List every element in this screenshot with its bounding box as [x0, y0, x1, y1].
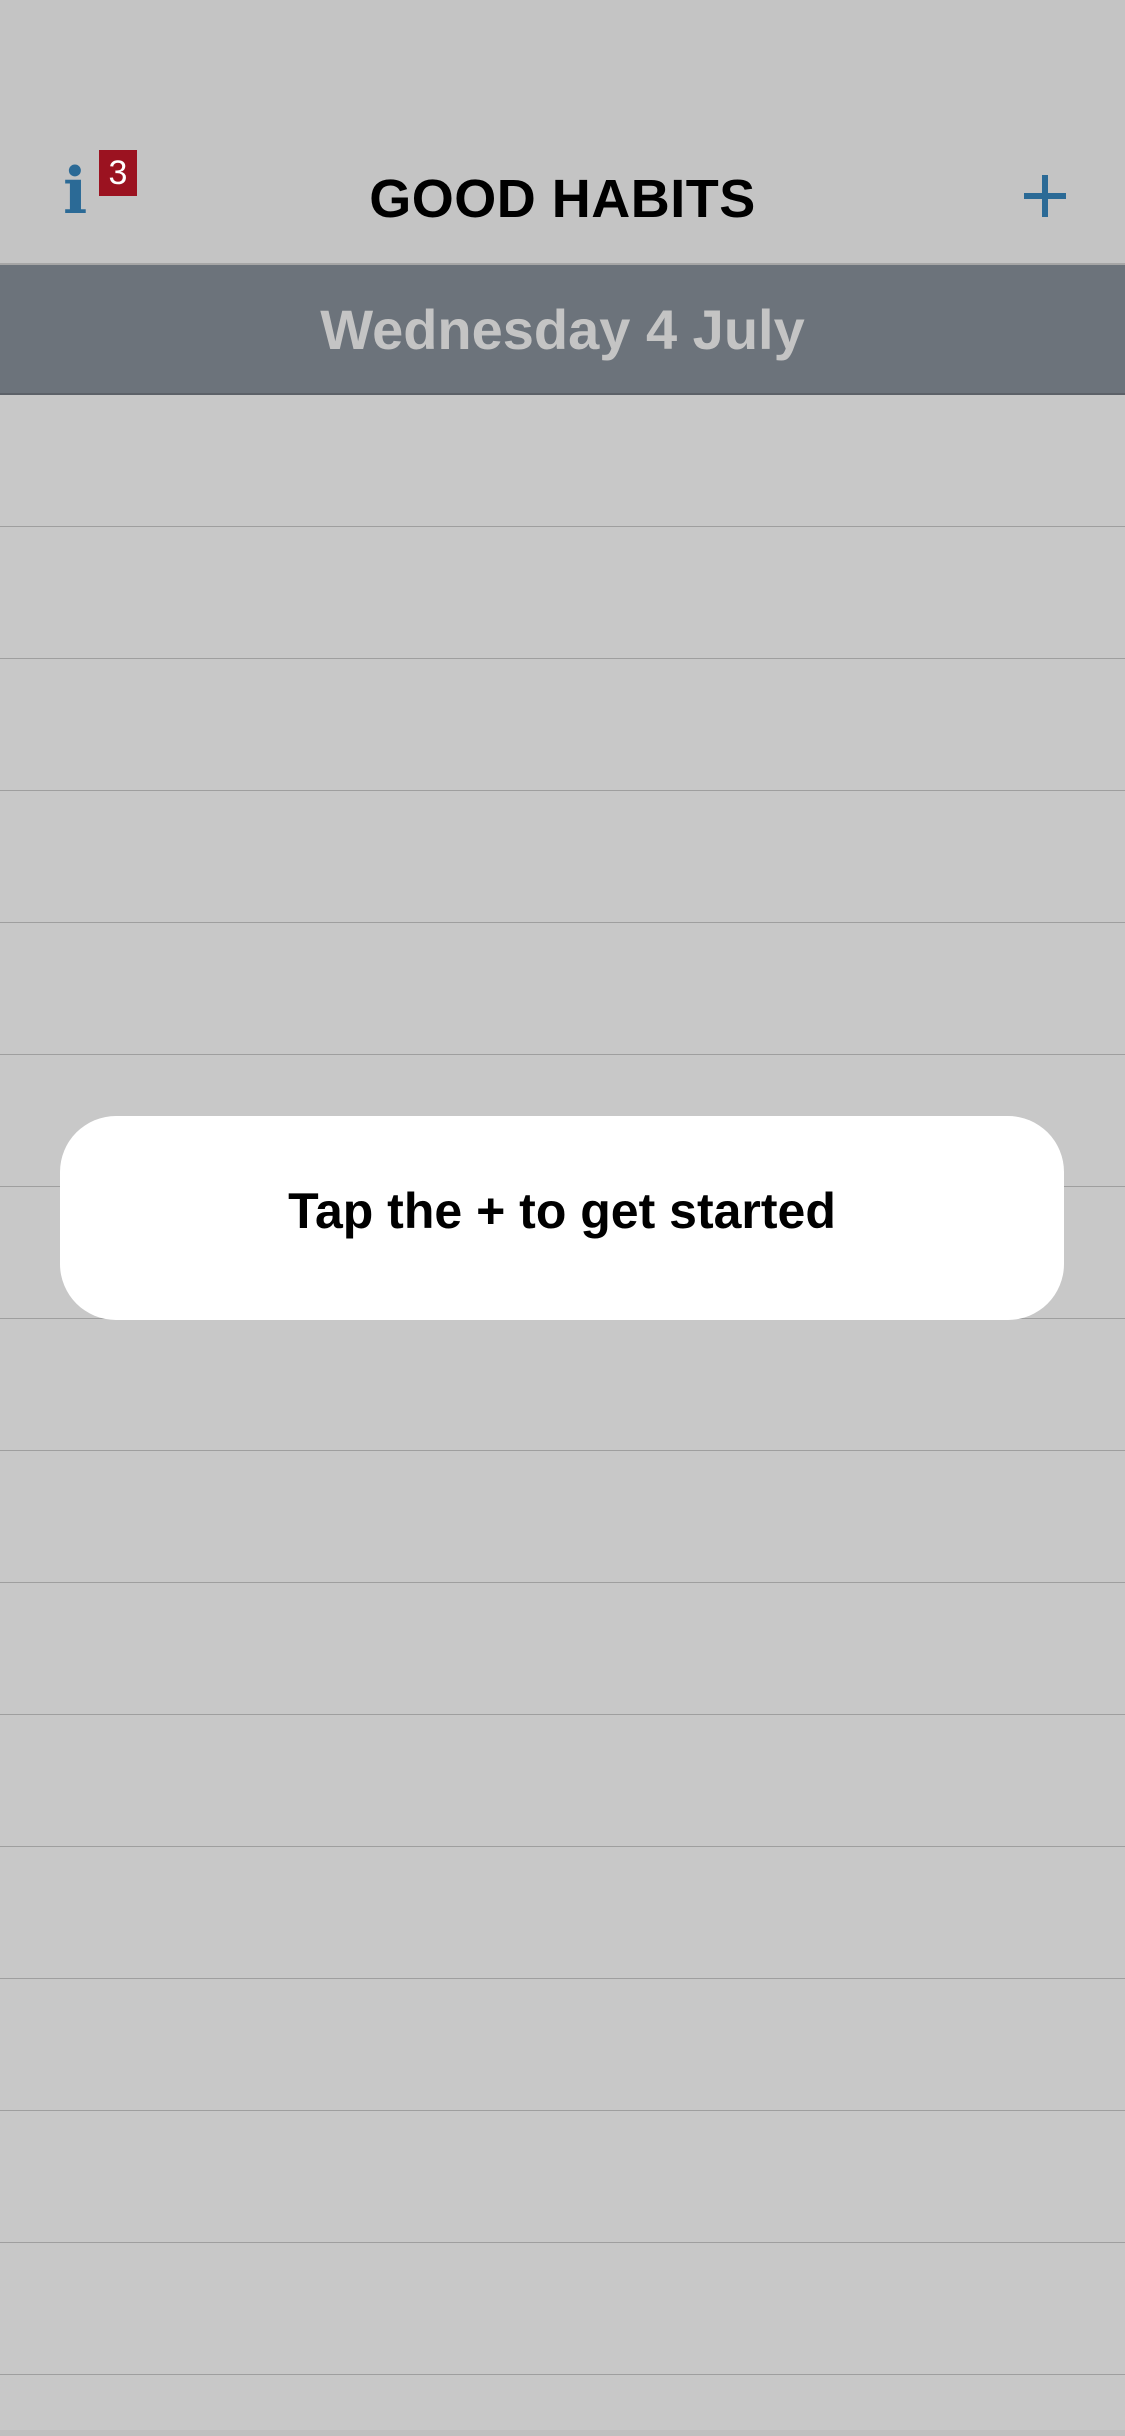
list-row: [0, 1319, 1125, 1451]
list-row: [0, 2375, 1125, 2436]
list-row: [0, 2243, 1125, 2375]
list-row: [0, 1715, 1125, 1847]
list-row: [0, 395, 1125, 527]
onboarding-hint: Tap the + to get started: [60, 1116, 1064, 1320]
list-row: [0, 659, 1125, 791]
navigation-bar: i 3 GOOD HABITS: [0, 0, 1125, 265]
date-header: Wednesday 4 July: [0, 265, 1125, 395]
list-row: [0, 1847, 1125, 1979]
list-row: [0, 1583, 1125, 1715]
list-row: [0, 1979, 1125, 2111]
list-row: [0, 923, 1125, 1055]
date-label: Wednesday 4 July: [320, 298, 805, 361]
page-title: GOOD HABITS: [369, 169, 756, 229]
list-row: [0, 1451, 1125, 1583]
list-row: [0, 791, 1125, 923]
hint-text: Tap the + to get started: [288, 1183, 836, 1239]
add-habit-button[interactable]: [1010, 160, 1080, 230]
habits-screen: i 3 GOOD HABITS Wednesday 4 July Tap the…: [0, 0, 1125, 2436]
habit-list: [0, 395, 1125, 2436]
list-row: [0, 527, 1125, 659]
home-indicator: [0, 2430, 1125, 2436]
list-row: [0, 2111, 1125, 2243]
